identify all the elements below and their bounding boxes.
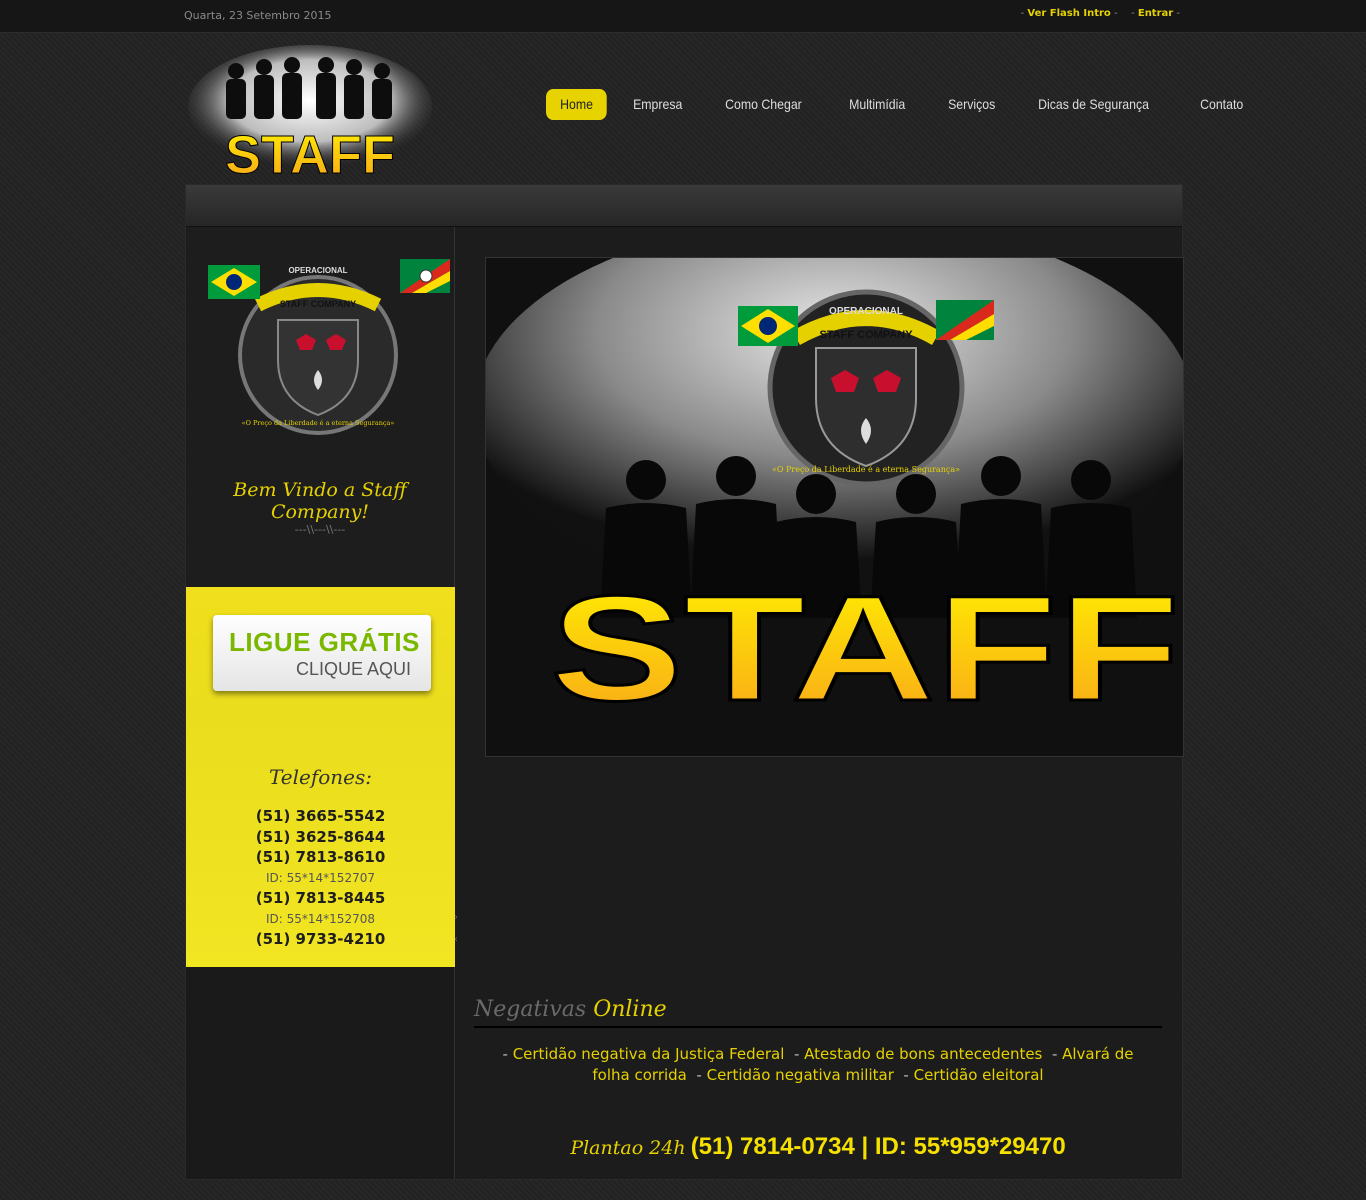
phone-list: (51) 3665-5542 (51) 3625-8644 (51) 7813-…: [186, 806, 455, 950]
ligue-line2: CLIQUE AQUI: [295, 659, 411, 679]
nav-dicas-seguranca[interactable]: Dicas de Segurança: [1024, 89, 1163, 120]
rs-flag-icon: [400, 259, 450, 293]
sidebar: STAFF COMPANY OPERACIONAL «O Preço da Li…: [186, 227, 455, 1179]
plantao-label: Plantao 24h: [570, 1137, 686, 1159]
top-bar: Quarta, 23 Setembro 2015 - Ver Flash Int…: [0, 0, 1366, 33]
main-container: STAFF COMPANY OPERACIONAL «O Preço da Li…: [185, 184, 1184, 1180]
flash-intro-label: Ver Flash Intro: [1027, 8, 1111, 19]
negativa-item[interactable]: Certidão negativa da Justiça Federal: [513, 1045, 785, 1063]
staff-banner-image: STAFF COMPANY OPERACIONAL «O Preço da Li…: [486, 258, 1183, 756]
nav-contato[interactable]: Contato: [1186, 89, 1257, 120]
phone-id: ID: 55*14*152708: [266, 911, 375, 926]
phone-number: (51) 3625-8644: [255, 827, 386, 846]
negativas-list: - Certidão negativa da Justiça Federal -…: [502, 1045, 1134, 1084]
gray-bar: [186, 185, 1182, 227]
current-date: Quarta, 23 Setembro 2015: [184, 9, 332, 22]
hero-banner: STAFF COMPANY OPERACIONAL «O Preço da Li…: [485, 257, 1184, 757]
welcome-text: Bem Vindo a Staff Company!: [233, 479, 407, 523]
login-link[interactable]: - Entrar -: [1131, 8, 1180, 19]
brazil-flag-icon: [208, 265, 260, 299]
prev-arrow-icon[interactable]: ‹: [454, 929, 458, 951]
login-label: Entrar: [1137, 8, 1174, 19]
phones-panel: LIGUE GRÁTIS CLIQUE AQUI Telefones: (51)…: [186, 587, 455, 967]
svg-text:STAFF COMPANY: STAFF COMPANY: [280, 299, 356, 309]
svg-text:OPERACIONAL: OPERACIONAL: [829, 306, 903, 317]
welcome-separator: ---\\---\\---: [294, 523, 346, 536]
negativa-item[interactable]: Certidão eleitoral: [914, 1066, 1044, 1084]
svg-text:OPERACIONAL: OPERACIONAL: [288, 266, 347, 275]
svg-text:«O Preço da Liberdade é a eter: «O Preço da Liberdade é a eterna Seguran…: [772, 465, 960, 474]
plantao-phone: (51) 7814-0734 | ID: 55*959*29470: [690, 1133, 1066, 1160]
top-links: - Ver Flash Intro - - Entrar -: [1011, 8, 1180, 19]
sidebar-top: STAFF COMPANY OPERACIONAL «O Preço da Li…: [186, 227, 454, 587]
nav-como-chegar[interactable]: Como Chegar: [711, 89, 816, 120]
ligue-line1: LIGUE GRÁTIS: [229, 627, 420, 657]
svg-text:STAFF COMPANY: STAFF COMPANY: [819, 329, 913, 341]
phone-number: (51) 3665-5542: [255, 807, 386, 825]
flash-intro-link[interactable]: - Ver Flash Intro -: [1021, 8, 1118, 19]
nav-servicos[interactable]: Serviços: [934, 89, 1009, 120]
plantao-24h: Plantao 24h (51) 7814-0734 | ID: 55*959*…: [474, 1133, 1162, 1161]
phone-number: (51) 7813-8445: [255, 889, 386, 907]
negativa-item[interactable]: Certidão negativa militar: [707, 1066, 894, 1084]
staff-company-badge: STAFF COMPANY OPERACIONAL «O Preço da Li…: [208, 259, 450, 435]
nav-multimidia[interactable]: Multimídia: [835, 89, 919, 120]
staff-logo[interactable]: STAFF: [184, 45, 436, 185]
logo-text: STAFF: [225, 125, 395, 185]
svg-text:«O Preço da Liberdade é a eter: «O Preço da Liberdade é a eterna Seguran…: [242, 419, 395, 427]
ligue-gratis-button[interactable]: LIGUE GRÁTIS CLIQUE AQUI: [213, 615, 431, 691]
nav-home[interactable]: Home: [546, 89, 608, 120]
main-nav: Home Empresa Como Chegar Multimídia Serv…: [546, 89, 1271, 120]
negativa-item[interactable]: Atestado de bons antecedentes: [804, 1045, 1042, 1063]
phone-id: ID: 55*14*152707: [266, 870, 375, 885]
negativas-title: Negativas Online: [474, 997, 1162, 1028]
header: STAFF Home Empresa Como Chegar Multimídi…: [0, 33, 1366, 185]
phone-number: (51) 9733-4210: [255, 930, 386, 948]
phone-number: (51) 7813-8610: [255, 848, 386, 866]
telefones-title: Telefones:: [268, 765, 373, 789]
negativas-section: Negativas Online - Certidão negativa da …: [474, 997, 1162, 1086]
slider-arrows: › ‹: [454, 907, 458, 951]
next-arrow-icon[interactable]: ›: [454, 907, 458, 929]
nav-empresa[interactable]: Empresa: [619, 89, 696, 120]
banner-staff-text: STAFF: [550, 564, 1180, 732]
